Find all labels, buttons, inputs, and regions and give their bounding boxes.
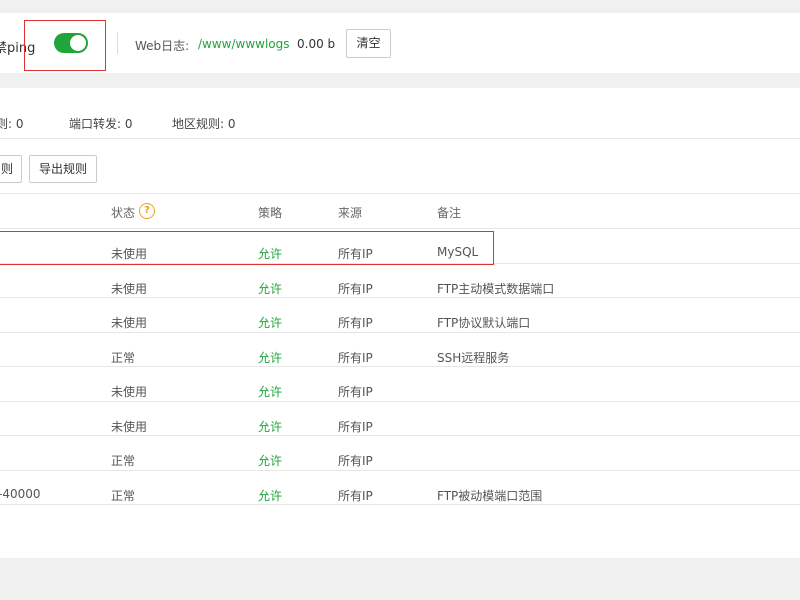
- header-source: 来源: [338, 206, 363, 220]
- status-cell: 正常: [111, 351, 136, 365]
- header-remark: 备注: [437, 206, 462, 220]
- import-rules-button[interactable]: 则: [0, 155, 22, 183]
- row-divider: [0, 435, 800, 436]
- policy-cell[interactable]: 允许: [258, 487, 282, 504]
- status-cell: 正常: [111, 489, 136, 503]
- row-divider: [0, 401, 800, 402]
- clear-button[interactable]: 清空: [346, 29, 391, 58]
- row-divider: [0, 366, 800, 367]
- rules-count: 则: 0: [0, 117, 24, 131]
- remark-cell: FTP被动模端口范围: [437, 489, 543, 503]
- policy-cell[interactable]: 允许: [258, 349, 282, 366]
- port-forward-count[interactable]: 端口转发: 0: [69, 115, 133, 132]
- export-rules-button[interactable]: 导出规则: [29, 155, 97, 183]
- source-cell: 所有IP: [338, 351, 373, 365]
- region-rules-count[interactable]: 地区规则: 0: [172, 115, 236, 132]
- source-cell: 所有IP: [338, 385, 373, 399]
- policy-cell[interactable]: 允许: [258, 314, 282, 331]
- source-cell: 所有IP: [338, 489, 373, 503]
- policy-cell[interactable]: 允许: [258, 280, 282, 297]
- source-cell: 所有IP: [338, 282, 373, 296]
- policy-cell[interactable]: 允许: [258, 418, 282, 435]
- row-divider: [0, 504, 800, 505]
- status-cell: 未使用: [111, 282, 148, 296]
- status-cell: 正常: [111, 454, 136, 468]
- divider: [117, 32, 118, 54]
- status-cell: 未使用: [111, 385, 148, 399]
- ping-highlight-box: [24, 20, 106, 71]
- policy-cell[interactable]: 允许: [258, 452, 282, 469]
- source-cell: 所有IP: [338, 316, 373, 330]
- port-cell: -40000: [0, 487, 41, 501]
- weblog-size: 0.00 b: [297, 37, 336, 51]
- header-policy: 策略: [258, 206, 283, 220]
- source-cell: 所有IP: [338, 454, 373, 468]
- status-cell: 未使用: [111, 420, 148, 434]
- table-top-border: [0, 193, 800, 194]
- header-border: [0, 228, 800, 229]
- mysql-row-highlight-box: [0, 231, 494, 265]
- source-cell: 所有IP: [338, 420, 373, 434]
- remark-cell: SSH远程服务: [437, 351, 510, 365]
- header-status: 状态: [111, 206, 136, 220]
- weblog-label: Web日志:: [135, 39, 190, 53]
- top-settings-panel: [0, 13, 800, 73]
- status-cell: 未使用: [111, 316, 148, 330]
- divider: [0, 138, 800, 139]
- policy-cell[interactable]: 允许: [258, 383, 282, 400]
- row-divider: [0, 297, 800, 298]
- help-icon[interactable]: ?: [139, 203, 155, 219]
- row-divider: [0, 332, 800, 333]
- remark-cell: FTP协议默认端口: [437, 316, 531, 330]
- row-divider: [0, 470, 800, 471]
- weblog-path-link[interactable]: /www/wwwlogs: [198, 37, 290, 51]
- remark-cell: FTP主动模式数据端口: [437, 282, 555, 296]
